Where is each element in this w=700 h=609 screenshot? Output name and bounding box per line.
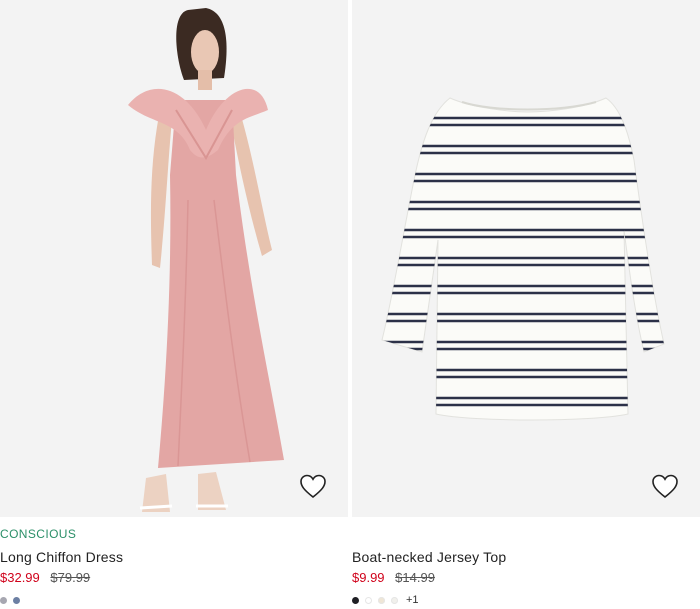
original-price: $79.99 (50, 570, 91, 585)
color-swatch[interactable] (378, 596, 385, 604)
favorite-heart-icon[interactable] (298, 471, 328, 501)
product-title[interactable]: Long Chiffon Dress (0, 548, 348, 568)
product-title[interactable]: Boat-necked Jersey Top (352, 548, 700, 568)
sale-price: $9.99 (352, 570, 385, 585)
product-meta: CONSCIOUS Long Chiffon Dress $32.99 $79.… (0, 522, 348, 605)
product-image[interactable] (352, 0, 700, 517)
color-swatch[interactable] (365, 596, 372, 604)
product-card-long-chiffon-dress[interactable]: CONSCIOUS Long Chiffon Dress $32.99 $79.… (0, 0, 348, 609)
product-prices: $9.99 $14.99 (352, 569, 700, 587)
color-swatch[interactable] (13, 596, 20, 604)
product-image[interactable] (0, 0, 348, 517)
color-swatch[interactable] (391, 596, 398, 604)
striped-jersey-top-photo (352, 0, 700, 517)
favorite-heart-icon[interactable] (650, 471, 680, 501)
product-grid: CONSCIOUS Long Chiffon Dress $32.99 $79.… (0, 0, 700, 609)
pink-chiffon-dress-photo (0, 0, 348, 517)
color-swatches (0, 595, 348, 605)
product-prices: $32.99 $79.99 (0, 569, 348, 587)
product-meta: Boat-necked Jersey Top $9.99 $14.99 +1 (352, 522, 700, 606)
sale-price: $32.99 (0, 570, 40, 585)
color-swatch[interactable] (352, 596, 359, 604)
color-swatch[interactable] (0, 596, 7, 604)
original-price: $14.99 (395, 570, 435, 585)
product-card-boat-necked-jersey-top[interactable]: Boat-necked Jersey Top $9.99 $14.99 +1 (352, 0, 700, 609)
more-colors-count[interactable]: +1 (406, 595, 419, 606)
conscious-tag: CONSCIOUS (0, 527, 77, 541)
color-swatches: +1 (352, 595, 700, 606)
